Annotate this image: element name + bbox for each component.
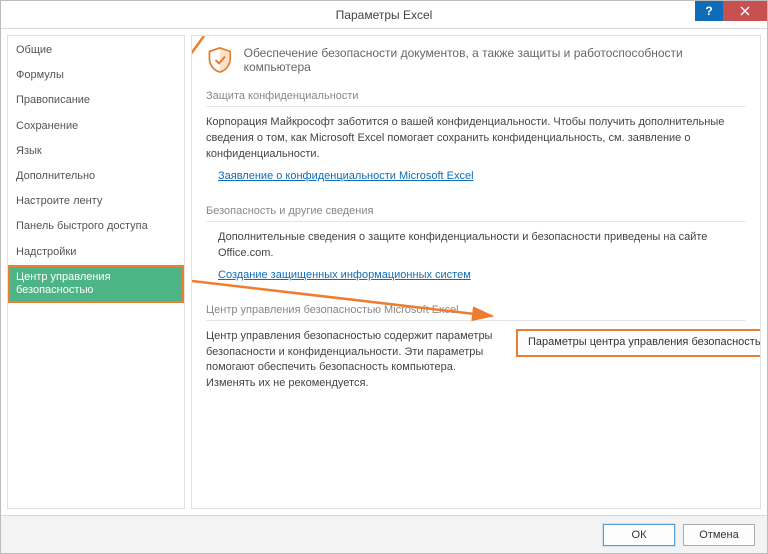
main-panel: Обеспечение безопасности документов, а т… — [191, 35, 761, 509]
privacy-statement-link[interactable]: Заявление о конфиденциальности Microsoft… — [218, 169, 474, 185]
shield-icon — [206, 46, 234, 74]
security-link[interactable]: Создание защищенных информационных систе… — [218, 268, 471, 284]
sidebar-item-addins[interactable]: Надстройки — [8, 240, 184, 265]
sidebar-item-save[interactable]: Сохранение — [8, 114, 184, 139]
section-body-security: Дополнительные сведения о защите конфиде… — [206, 230, 746, 284]
trust-center-settings-button[interactable]: Параметры центра управления безопасность… — [516, 329, 761, 357]
section-body-privacy: Корпорация Майкрософт заботится о вашей … — [206, 115, 746, 185]
sidebar-item-quick-access[interactable]: Панель быстрого доступа — [8, 214, 184, 239]
security-text: Дополнительные сведения о защите конфиде… — [218, 230, 746, 262]
dialog-footer: ОК Отмена — [1, 515, 767, 553]
trust-center-text: Центр управления безопасностью содержит … — [206, 329, 496, 393]
ok-button[interactable]: ОК — [603, 524, 675, 546]
dialog-body: Общие Формулы Правописание Сохранение Яз… — [1, 29, 767, 515]
section-head-privacy: Защита конфиденциальности — [206, 84, 746, 107]
sidebar-item-customize-ribbon[interactable]: Настроите ленту — [8, 189, 184, 214]
sidebar-item-formulas[interactable]: Формулы — [8, 63, 184, 88]
excel-options-window: Параметры Excel ? Общие Формулы Правопис… — [0, 0, 768, 554]
help-button[interactable]: ? — [695, 1, 723, 21]
titlebar: Параметры Excel ? — [1, 1, 767, 29]
sidebar-item-trust-center[interactable]: Центр управления безопасностью — [8, 265, 184, 303]
close-icon — [740, 6, 750, 16]
section-head-security: Безопасность и другие сведения — [206, 199, 746, 222]
sidebar-item-proofing[interactable]: Правописание — [8, 88, 184, 113]
section-head-trust: Центр управления безопасностью Microsoft… — [206, 298, 746, 321]
shield-text: Обеспечение безопасности документов, а т… — [244, 46, 746, 74]
cancel-button[interactable]: Отмена — [683, 524, 755, 546]
sidebar-item-language[interactable]: Язык — [8, 139, 184, 164]
sidebar-item-advanced[interactable]: Дополнительно — [8, 164, 184, 189]
sidebar-item-general[interactable]: Общие — [8, 38, 184, 63]
privacy-text: Корпорация Майкрософт заботится о вашей … — [206, 116, 724, 160]
close-button[interactable] — [723, 1, 767, 21]
section-body-trust: Центр управления безопасностью содержит … — [206, 329, 746, 393]
shield-header: Обеспечение безопасности документов, а т… — [206, 46, 746, 74]
window-controls: ? — [695, 1, 767, 21]
window-title: Параметры Excel — [1, 8, 767, 22]
sidebar: Общие Формулы Правописание Сохранение Яз… — [7, 35, 185, 509]
